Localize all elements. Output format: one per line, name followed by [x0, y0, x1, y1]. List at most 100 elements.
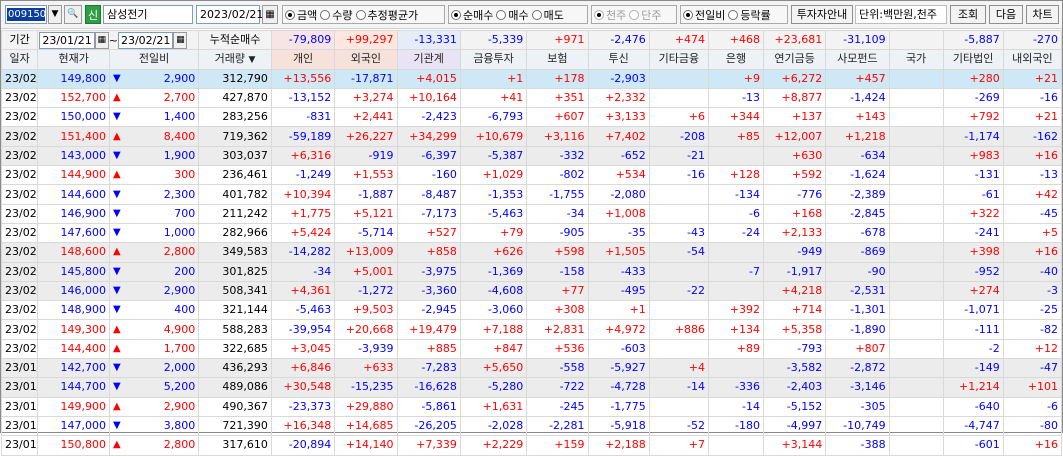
date-input[interactable]: 2023/02/21	[196, 5, 263, 24]
value-cell: -90	[825, 261, 890, 282]
value-cell: -34	[526, 203, 589, 224]
column-header[interactable]: 거래량 ▼	[198, 49, 272, 70]
column-header[interactable]: 기타금융	[648, 49, 709, 70]
chart-button[interactable]: 차트	[1026, 5, 1059, 24]
table-row[interactable]: 23/02/16151,400▲8,400719,362-59,189+26,2…	[0, 126, 1063, 147]
column-header[interactable]: 개인	[270, 49, 336, 70]
stock-name-field[interactable]: 삼성전기	[103, 5, 193, 24]
column-header[interactable]: 외국인	[334, 49, 398, 70]
column-header[interactable]: 국가	[888, 49, 944, 70]
to-date-input[interactable]: 23/02/21	[117, 31, 174, 49]
value-cell: +79	[459, 222, 528, 244]
value-cell	[648, 184, 709, 205]
value-cell: +274	[942, 280, 1004, 302]
radio-estimated-avg[interactable]: 추정평균가	[355, 7, 418, 23]
value-cell: -24	[707, 222, 764, 244]
up-arrow-icon: ▲	[112, 439, 121, 451]
column-header[interactable]: 금융투자	[459, 49, 528, 70]
table-row[interactable]: 23/02/13144,600▼2,300401,782+10,394-1,88…	[0, 184, 1063, 205]
query-button[interactable]: 조회	[950, 5, 986, 24]
value-cell: -6,397	[396, 145, 461, 167]
value-cell: -6,793	[459, 107, 528, 128]
column-header[interactable]: 전일비	[108, 49, 200, 70]
price-cell: 148,600	[37, 242, 110, 263]
value-cell: +322	[942, 203, 1004, 224]
radio-dot	[728, 9, 739, 20]
value-cell: +886	[648, 319, 709, 340]
search-icon[interactable]: 🔍	[64, 5, 82, 24]
investor-guide-button[interactable]: 투자자안내	[791, 5, 853, 24]
table-row[interactable]: 23/02/17150,000▼1,400283,256-831+2,441-2…	[0, 107, 1063, 128]
value-cell: -14	[648, 377, 709, 398]
column-header[interactable]: 투신	[587, 49, 650, 70]
value-cell: -831	[270, 107, 336, 128]
column-header[interactable]: 사모펀드	[825, 49, 890, 70]
table-row[interactable]: 23/02/08148,600▲2,800349,583-14,282+13,0…	[0, 242, 1063, 263]
value-cell: -245	[526, 396, 589, 417]
value-cell: -13	[1002, 165, 1063, 186]
radio-buy[interactable]: 매수	[496, 7, 529, 23]
column-header[interactable]: 기관계	[396, 49, 461, 70]
value-cell: +6	[648, 107, 709, 128]
radio-net-buy[interactable]: 순매수	[451, 7, 493, 23]
table-row[interactable]: 23/01/31142,700▼2,000436,293+6,846+633-7…	[0, 358, 1063, 379]
table-row[interactable]: 23/01/27149,900▲2,900490,367-23,373+29,8…	[0, 396, 1063, 417]
value-cell: +19,479	[396, 319, 461, 340]
date-cell: 23/02/06	[0, 280, 39, 302]
column-header[interactable]: 기타법인	[942, 49, 1004, 70]
table-row[interactable]: 23/02/20152,700▲2,700427,870-13,152+3,27…	[0, 87, 1063, 109]
column-header[interactable]: 은행	[707, 49, 764, 70]
value-cell: +633	[334, 358, 398, 379]
radio-prev-day-diff[interactable]: 전일비	[683, 7, 725, 23]
volume-cell: 719,362	[198, 126, 272, 147]
unit-label: 단위:백만원,천주	[855, 5, 947, 24]
date-cell: 23/02/02	[0, 319, 39, 340]
change-cell: ▼ 2,000	[108, 358, 200, 379]
column-header[interactable]: 연기금등	[762, 49, 827, 70]
table-row[interactable]: 23/02/14144,900▲300236,461-1,249+1,553-1…	[0, 165, 1063, 186]
column-header[interactable]: 일자	[0, 49, 39, 70]
sort-dropdown-icon[interactable]: ▼	[249, 55, 256, 65]
volume-cell: 322,685	[198, 338, 272, 360]
from-calendar-icon[interactable]: ▦	[94, 31, 109, 49]
table-row[interactable]: 23/01/30144,700▼5,200489,086+30,548-15,2…	[0, 377, 1063, 398]
value-cell: -149	[942, 358, 1004, 379]
value-cell	[888, 222, 944, 244]
radio-thousand-shares[interactable]: 천주	[594, 7, 626, 23]
table-row[interactable]: 23/02/21149,800▼2,900312,790+13,556-17,8…	[0, 68, 1063, 89]
value-cell: +26,227	[334, 126, 398, 147]
radio-amount[interactable]: 금액	[285, 7, 317, 23]
radio-change-rate[interactable]: 등락률	[728, 7, 771, 23]
value-cell: +9,503	[334, 300, 398, 321]
radio-sell[interactable]: 매도	[531, 7, 564, 23]
table-row[interactable]: 23/02/07145,800▼200301,825-34+5,001-3,97…	[0, 261, 1063, 282]
next-button[interactable]: 다음	[989, 5, 1023, 24]
price-cell: 142,700	[37, 358, 110, 379]
table-row[interactable]: 23/02/15143,000▼1,900303,037+6,316-919-6…	[0, 145, 1063, 167]
code-dropdown-icon[interactable]: ▼	[48, 5, 62, 24]
value-cell: -160	[396, 165, 461, 186]
down-arrow-icon: ▼	[112, 304, 121, 316]
value-cell: +20,668	[334, 319, 398, 340]
value-cell: -16,628	[396, 377, 461, 398]
column-header[interactable]: 현재가	[37, 49, 110, 70]
value-cell: -495	[587, 280, 650, 302]
from-date-input[interactable]: 23/01/21	[39, 31, 95, 49]
calendar-icon[interactable]: ▦	[262, 5, 278, 24]
to-calendar-icon[interactable]: ▦	[173, 31, 188, 49]
value-cell	[888, 87, 944, 109]
column-header[interactable]: 보험	[526, 49, 589, 70]
value-cell: +85	[707, 126, 764, 147]
table-row[interactable]: 23/02/09147,600▼1,000282,966+5,424-5,714…	[0, 222, 1063, 244]
table-row[interactable]: 23/02/01144,400▲1,700322,685+3,045-3,939…	[0, 338, 1063, 360]
value-cell: +398	[942, 242, 1004, 263]
table-row[interactable]: 23/02/03148,900▼400321,144-5,463+9,503-2…	[0, 300, 1063, 321]
table-row[interactable]: 23/01/25150,800▲2,800317,610-20,894+14,1…	[0, 435, 1063, 456]
table-row[interactable]: 23/02/02149,300▲4,900588,283-39,954+20,6…	[0, 319, 1063, 340]
radio-quantity[interactable]: 수량	[320, 7, 353, 23]
table-row[interactable]: 23/02/06146,000▼2,900508,341+4,361-1,272…	[0, 280, 1063, 302]
stock-code-input[interactable]: 009150	[5, 5, 47, 24]
column-header[interactable]: 내외국인	[1002, 49, 1063, 70]
radio-single-shares[interactable]: 단주	[629, 7, 662, 23]
table-row[interactable]: 23/02/10146,900▼700211,242+1,775+5,121-7…	[0, 203, 1063, 224]
